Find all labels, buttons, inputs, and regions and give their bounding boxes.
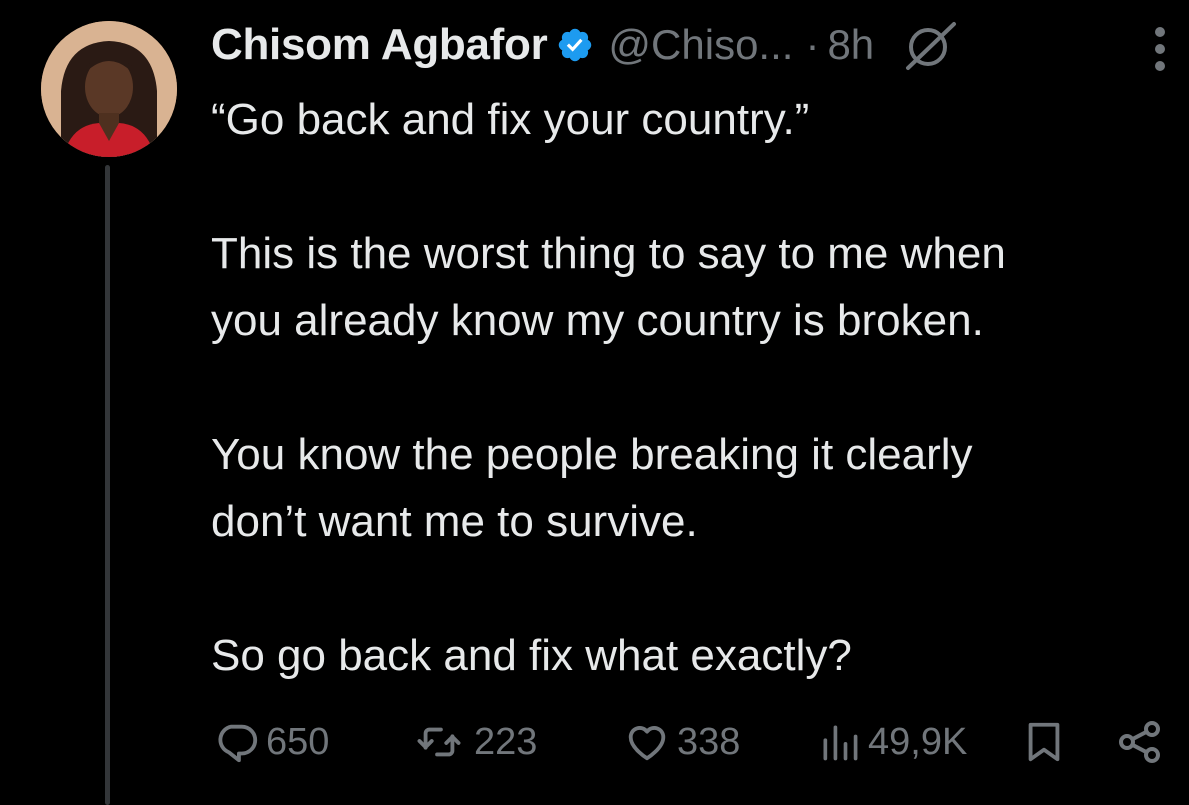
views-icon bbox=[823, 725, 858, 761]
repost-icon bbox=[417, 727, 461, 757]
like-count: 338 bbox=[677, 720, 741, 763]
tweet-paragraph: So go back and fix what exactly? bbox=[211, 631, 852, 680]
views-button[interactable]: 49,9K bbox=[818, 712, 967, 772]
reply-icon bbox=[218, 724, 258, 763]
grok-icon[interactable] bbox=[898, 18, 958, 72]
timestamp[interactable]: 8h bbox=[827, 21, 874, 69]
action-bar: 650 223 338 49,9K bbox=[211, 712, 1171, 772]
share-icon bbox=[1119, 721, 1160, 763]
bookmark-icon bbox=[1028, 722, 1060, 762]
author-name[interactable]: Chisom Agbafor bbox=[211, 20, 548, 70]
author-handle[interactable]: @Chiso... bbox=[608, 21, 793, 69]
repost-count: 223 bbox=[474, 720, 538, 763]
thread-line bbox=[105, 165, 110, 805]
tweet-paragraph: This is the worst thing to say to me whe… bbox=[211, 229, 1006, 345]
separator-dot: · bbox=[805, 21, 820, 68]
views-count: 49,9K bbox=[868, 720, 968, 763]
tweet-header: Chisom Agbafor @Chiso... · 8h bbox=[211, 18, 958, 72]
tweet-text: “Go back and fix your country.” This is … bbox=[211, 86, 1171, 689]
reply-count: 650 bbox=[266, 720, 330, 763]
share-button[interactable] bbox=[1116, 712, 1164, 772]
repost-button[interactable]: 223 bbox=[410, 712, 537, 772]
verified-badge-icon bbox=[556, 26, 594, 64]
avatar[interactable] bbox=[41, 21, 177, 157]
reply-button[interactable]: 650 bbox=[214, 712, 329, 772]
tweet-paragraph: “Go back and fix your country.” bbox=[211, 95, 810, 144]
bookmark-button[interactable] bbox=[1021, 712, 1067, 772]
tweet-card[interactable]: Chisom Agbafor @Chiso... · 8h “Go back a… bbox=[0, 0, 1189, 805]
more-icon[interactable] bbox=[1148, 24, 1172, 74]
tweet-paragraph: You know the people breaking it clearly … bbox=[211, 430, 973, 546]
like-button[interactable]: 338 bbox=[623, 712, 740, 772]
like-icon bbox=[628, 726, 666, 761]
